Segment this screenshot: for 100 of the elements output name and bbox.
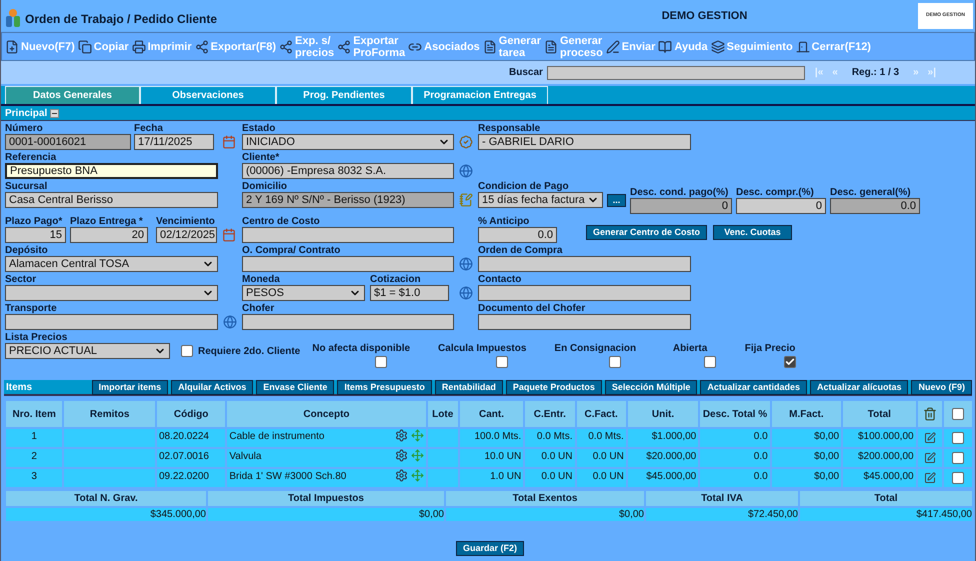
- table-cell: $20.000,00: [628, 449, 698, 467]
- checkbox[interactable]: [375, 356, 388, 368]
- checkbox[interactable]: [784, 356, 796, 368]
- field-label: Calcula Impuestos: [438, 343, 526, 354]
- checkbox[interactable]: [181, 345, 193, 357]
- action-button[interactable]: Rentabilidad: [434, 380, 503, 394]
- checkbox[interactable]: [704, 356, 716, 368]
- action-button[interactable]: Actualizar cantidades: [700, 380, 807, 394]
- section-title: Items: [6, 380, 34, 394]
- gear-icon[interactable]: [394, 429, 408, 442]
- text-field[interactable]: - GABRIEL DARIO: [478, 134, 691, 150]
- search-field[interactable]: [546, 66, 805, 80]
- more-button[interactable]: ...: [607, 194, 626, 207]
- action-button[interactable]: Envase Cliente: [256, 380, 334, 394]
- file-plus-icon: [5, 40, 19, 54]
- field-label: Desc. cond. pago(%): [630, 187, 730, 198]
- action-button[interactable]: Guardar (F2): [456, 541, 524, 556]
- dropdown[interactable]: INICIADO: [242, 134, 454, 150]
- tab[interactable]: Datos Generales: [5, 86, 140, 104]
- field-label: Plazo Entrega *: [70, 216, 144, 227]
- action-button[interactable]: Venc. Cuotas: [713, 225, 792, 240]
- text-field[interactable]: 15: [5, 227, 66, 243]
- action-button[interactable]: Alquilar Activos: [171, 380, 254, 394]
- document-icon: [482, 40, 497, 54]
- text-field[interactable]: $1 = $1.0: [370, 285, 449, 301]
- table-cell: $45.000,00: [843, 469, 916, 487]
- text-field[interactable]: 2 Y 169 Nº S/Nº - Berisso (1923): [242, 192, 454, 208]
- checkbox[interactable]: [952, 432, 964, 444]
- globe-icon[interactable]: [459, 257, 473, 271]
- dropdown[interactable]: PRECIO ACTUAL: [5, 343, 170, 359]
- edit-icon[interactable]: [924, 452, 936, 464]
- search-label: Buscar: [509, 66, 543, 80]
- dropdown[interactable]: PESOS: [242, 285, 365, 301]
- field-label: Fija Precio: [744, 343, 796, 354]
- calendar-icon[interactable]: [222, 135, 236, 149]
- text-field[interactable]: Casa Central Berisso: [5, 192, 218, 208]
- gear-icon[interactable]: [394, 469, 408, 482]
- calendar-icon[interactable]: [222, 228, 236, 242]
- tab[interactable]: Programacion Entregas: [412, 86, 548, 104]
- action-button[interactable]: Importar items: [92, 380, 168, 394]
- dropdown[interactable]: 15 días fecha factura: [478, 192, 603, 208]
- action-button[interactable]: Selección Múltiple: [604, 380, 698, 394]
- text-field[interactable]: 0001-00016021: [5, 134, 131, 150]
- text-field[interactable]: [242, 256, 454, 272]
- action-button[interactable]: Generar Centro de Costo: [586, 225, 708, 240]
- text-field[interactable]: [242, 314, 454, 330]
- action-button[interactable]: Items Presupuesto: [337, 380, 432, 394]
- action-button[interactable]: Actualizar alícuotas: [810, 380, 908, 394]
- badge-icon[interactable]: [459, 135, 473, 149]
- field-label: Responsable: [478, 123, 542, 134]
- trash-icon[interactable]: [922, 407, 937, 421]
- table-cell: 02.07.0016: [156, 449, 226, 467]
- tab[interactable]: Prog. Pendientes: [276, 86, 412, 104]
- gear-icon[interactable]: [394, 449, 408, 462]
- globe-icon[interactable]: [223, 315, 237, 329]
- text-field[interactable]: [478, 256, 691, 272]
- globe-icon[interactable]: [459, 164, 473, 178]
- field-label: Vencimiento: [156, 216, 216, 227]
- minus-icon[interactable]: [50, 108, 60, 118]
- field-label: Estado: [242, 123, 276, 134]
- field-label: Sucursal: [5, 181, 48, 192]
- text-field[interactable]: 17/11/2025: [134, 134, 214, 150]
- table-cell: $0,00: [772, 429, 842, 447]
- checkbox[interactable]: [952, 472, 964, 484]
- field-label: Orden de Compra: [478, 245, 564, 256]
- column-header: Nro. Item: [6, 401, 62, 427]
- checkbox[interactable]: [952, 452, 964, 464]
- text-field[interactable]: (00006) -Empresa 8032 S.A.: [242, 163, 454, 179]
- checkbox[interactable]: [609, 356, 622, 368]
- text-field[interactable]: 02/12/2025: [156, 227, 217, 243]
- field-label: En Consignacion: [554, 343, 636, 354]
- checkbox[interactable]: [952, 408, 964, 420]
- text-field[interactable]: [5, 314, 218, 330]
- field-label: Condicion de Pago: [478, 181, 570, 192]
- text-field[interactable]: 0.0: [830, 198, 920, 214]
- action-button[interactable]: Nuevo (F9): [911, 380, 972, 394]
- checkbox[interactable]: [496, 356, 508, 368]
- edit-icon[interactable]: [924, 432, 936, 444]
- section-title: Principal: [5, 106, 48, 120]
- text-field[interactable]: Presupuesto BNA: [5, 163, 218, 179]
- share-icon: [194, 40, 209, 54]
- action-button[interactable]: Paquete Productos: [506, 380, 602, 394]
- tab[interactable]: Observaciones: [140, 86, 276, 104]
- text-field[interactable]: 20: [70, 227, 148, 243]
- table-cell: 0.0 Mts.: [525, 429, 574, 447]
- text-field[interactable]: 0: [630, 198, 732, 214]
- globe-icon[interactable]: [459, 286, 473, 300]
- text-field[interactable]: [478, 314, 691, 330]
- edit-icon[interactable]: [924, 472, 936, 484]
- text-field[interactable]: 0.0: [478, 227, 557, 243]
- table-cell: 100.0 Mts.: [460, 429, 524, 447]
- table-cell: $0,00: [446, 508, 644, 521]
- text-field[interactable]: 0: [736, 198, 826, 214]
- text-field[interactable]: [478, 285, 691, 301]
- text-field[interactable]: [242, 227, 454, 243]
- dropdown[interactable]: Alamacen Central TOSA: [5, 256, 218, 272]
- dropdown[interactable]: [5, 285, 218, 301]
- document-icon: [544, 40, 558, 54]
- field-label: Centro de Costo: [242, 216, 321, 227]
- field-label: Documento del Chofer: [478, 303, 586, 314]
